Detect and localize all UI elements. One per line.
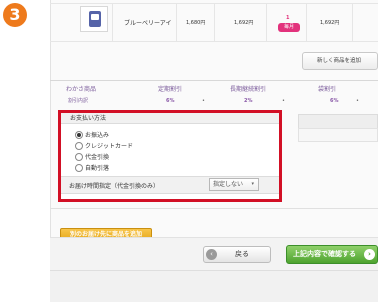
dot-separator: • (202, 98, 205, 104)
cell-divider (266, 3, 267, 41)
payment-method-title: お支払い方法 (61, 113, 279, 124)
cell-divider (112, 3, 113, 41)
discount-header-longterm: 長期継続割引 (230, 86, 267, 93)
delivery-time-select[interactable]: 指定しない ▾ (209, 178, 259, 191)
payment-option-credit-card[interactable]: クレジットカード (75, 141, 133, 151)
cell-divider (352, 3, 353, 41)
confirm-button-label: 上記内容で確認する (293, 250, 356, 258)
product-price: 1,692円 (234, 20, 254, 26)
chevron-down-icon: ▾ (251, 181, 254, 187)
dot-separator: • (282, 98, 285, 104)
cell-divider (306, 3, 307, 41)
radio-icon[interactable] (75, 141, 83, 150)
delivery-time-label: お届け時間指定（代金引換のみ） (69, 183, 160, 190)
discount-row-label: 割引内訳 (68, 98, 89, 104)
payment-option-cod[interactable]: 代金引換 (75, 152, 109, 162)
discount-longterm-value: 2% (244, 98, 253, 104)
footer-bar (50, 270, 378, 302)
radio-selected-icon[interactable] (75, 130, 83, 139)
dot-separator: • (356, 98, 359, 104)
row-divider (50, 41, 378, 42)
arrow-left-icon: ‹ (206, 249, 217, 260)
discount-header-brand: わかさ商品 (66, 86, 97, 93)
discount-header-bag: 袋割引 (318, 86, 337, 93)
product-thumbnail[interactable] (80, 6, 108, 32)
step-number-badge: 3 (3, 3, 27, 27)
payment-option-auto-debit[interactable]: 自動引落 (75, 163, 109, 173)
back-button[interactable]: ‹ 戻る (203, 246, 271, 263)
product-qty: 1 (286, 15, 290, 21)
section-divider (50, 208, 378, 209)
row-divider (50, 80, 378, 81)
radio-icon[interactable] (75, 163, 83, 172)
arrow-right-icon: › (364, 249, 375, 260)
add-product-button[interactable]: 新しく商品を追加 (302, 52, 378, 70)
subscription-badge: 毎月 (278, 23, 300, 32)
discount-header-regular: 定期割引 (158, 86, 183, 93)
side-row (298, 128, 378, 142)
discount-bag-value: 6% (330, 98, 339, 104)
cell-divider (176, 3, 177, 41)
product-name: ブルーベリーアイ (124, 20, 172, 27)
payment-option-label: 自動引落 (85, 165, 110, 172)
product-unit-price: 1,680円 (186, 20, 206, 26)
radio-icon[interactable] (75, 152, 83, 161)
confirm-button[interactable]: 上記内容で確認する › (286, 245, 378, 264)
delivery-time-value: 指定しない (213, 181, 244, 188)
payment-option-label: お振込み (85, 132, 110, 139)
back-button-label: 戻る (235, 250, 249, 258)
product-subtotal: 1,692円 (320, 20, 340, 26)
cell-divider (214, 3, 215, 41)
product-box-icon (89, 11, 101, 27)
payment-option-label: 代金引換 (85, 154, 110, 161)
payment-option-label: クレジットカード (85, 143, 134, 150)
discount-regular-value: 6% (166, 98, 175, 104)
payment-option-bank-transfer[interactable]: お振込み (75, 130, 109, 140)
